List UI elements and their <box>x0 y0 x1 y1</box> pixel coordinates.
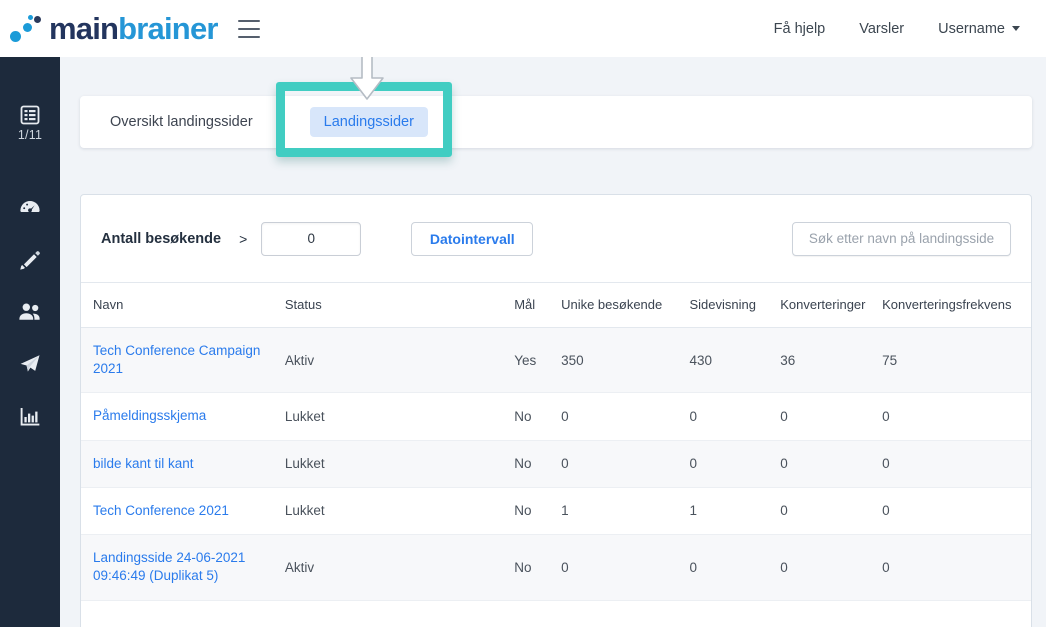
sidebar-item-contacts[interactable] <box>0 300 60 324</box>
cell-goal: Yes <box>514 328 561 393</box>
sidebar-item-edit[interactable] <box>0 248 60 272</box>
cell-unique: 0 <box>561 393 689 440</box>
cell-goal: No <box>514 440 561 487</box>
cell-pageviews: 1 <box>690 487 781 534</box>
landing-pages-card: Antall besøkende > Datointervall Navn St… <box>80 194 1032 627</box>
dashboard-gauge-icon <box>18 194 42 218</box>
cell-conversions: 36 <box>780 328 882 393</box>
table-row[interactable]: Tech Conference Campaign 2021 Aktiv Yes … <box>81 328 1031 393</box>
brand-name: mainbrainer <box>49 13 218 44</box>
cell-status: Lukket <box>285 487 514 534</box>
user-menu[interactable]: Username <box>938 21 1020 37</box>
cell-goal: No <box>514 535 561 600</box>
table-row[interactable]: Tech Conference 2021 Lukket No 1 1 0 0 <box>81 487 1031 534</box>
top-navigation: Få hjelp Varsler Username <box>774 21 1020 37</box>
cell-conversions: 0 <box>780 535 882 600</box>
table-body: Tech Conference Campaign 2021 Aktiv Yes … <box>81 328 1031 601</box>
brand-name-part2: brainer <box>118 11 218 46</box>
landing-pages-table: Navn Status Mål Unike besøkende Sidevisn… <box>81 283 1031 601</box>
date-range-button[interactable]: Datointervall <box>411 222 533 256</box>
top-bar: mainbrainer Få hjelp Varsler Username <box>0 0 1046 57</box>
visitors-filter-label: Antall besøkende <box>101 231 221 247</box>
column-header-sidevisning[interactable]: Sidevisning <box>690 283 781 328</box>
table-row[interactable]: bilde kant til kant Lukket No 0 0 0 0 <box>81 440 1031 487</box>
chevron-down-icon <box>1012 26 1020 31</box>
cell-conversions: 0 <box>780 487 882 534</box>
people-icon <box>17 300 43 324</box>
cell-rate: 0 <box>882 535 1031 600</box>
cell-pageviews: 0 <box>690 393 781 440</box>
tab-landingssider[interactable]: Landingssider <box>310 107 428 137</box>
comparator-label: > <box>239 231 247 247</box>
cell-pageviews: 430 <box>690 328 781 393</box>
sidebar-item-campaigns[interactable] <box>0 352 60 376</box>
main-content: Oversikt landingssider Landingssider Ant… <box>60 57 1046 627</box>
bar-chart-icon <box>19 406 41 428</box>
cell-rate: 0 <box>882 440 1031 487</box>
cell-pageviews: 0 <box>690 440 781 487</box>
table-header: Navn Status Mål Unike besøkende Sidevisn… <box>81 283 1031 328</box>
list-icon <box>20 105 40 125</box>
notifications-link[interactable]: Varsler <box>859 21 904 37</box>
landing-page-link[interactable]: bilde kant til kant <box>93 455 285 473</box>
sidebar-item-dashboard[interactable] <box>0 194 60 218</box>
column-header-konverteringer[interactable]: Konverteringer <box>780 283 882 328</box>
column-header-mal[interactable]: Mål <box>514 283 561 328</box>
visitors-threshold-input[interactable] <box>261 222 361 256</box>
cell-rate: 0 <box>882 487 1031 534</box>
landing-page-link[interactable]: Landingsside 24-06-2021 09:46:49 (Duplik… <box>93 549 285 585</box>
cell-unique: 350 <box>561 328 689 393</box>
sidebar-item-list[interactable]: 1/11 <box>0 105 60 142</box>
cell-unique: 1 <box>561 487 689 534</box>
landing-page-link[interactable]: Påmeldingsskjema <box>93 407 285 425</box>
tab-oversikt-landingssider[interactable]: Oversikt landingssider <box>96 107 267 137</box>
landing-page-link[interactable]: Tech Conference 2021 <box>93 502 285 520</box>
cell-rate: 75 <box>882 328 1031 393</box>
filter-bar: Antall besøkende > Datointervall <box>81 195 1031 283</box>
cell-status: Aktiv <box>285 328 514 393</box>
username-label: Username <box>938 21 1005 37</box>
paper-plane-icon <box>18 352 42 376</box>
app-root: mainbrainer Få hjelp Varsler Username <box>0 0 1046 627</box>
column-header-navn[interactable]: Navn <box>81 283 285 328</box>
cell-pageviews: 0 <box>690 535 781 600</box>
tabs-card: Oversikt landingssider Landingssider <box>80 96 1032 148</box>
cell-conversions: 0 <box>780 440 882 487</box>
cell-goal: No <box>514 487 561 534</box>
cell-unique: 0 <box>561 440 689 487</box>
hamburger-menu-icon[interactable] <box>238 20 260 38</box>
cell-status: Lukket <box>285 440 514 487</box>
brand-logo[interactable]: mainbrainer <box>10 0 218 57</box>
cell-status: Lukket <box>285 393 514 440</box>
column-header-frekvens[interactable]: Konverteringsfrekvens <box>882 283 1031 328</box>
sidebar: 1/11 <box>0 57 60 627</box>
dots-logo-icon <box>10 14 46 44</box>
cell-unique: 0 <box>561 535 689 600</box>
cell-status: Aktiv <box>285 535 514 600</box>
column-header-status[interactable]: Status <box>285 283 514 328</box>
column-header-unike[interactable]: Unike besøkende <box>561 283 689 328</box>
table-row[interactable]: Landingsside 24-06-2021 09:46:49 (Duplik… <box>81 535 1031 600</box>
pencil-icon <box>18 248 42 272</box>
sidebar-item-list-count: 1/11 <box>18 128 42 142</box>
cell-conversions: 0 <box>780 393 882 440</box>
table-row[interactable]: Påmeldingsskjema Lukket No 0 0 0 0 <box>81 393 1031 440</box>
search-input[interactable] <box>792 222 1011 256</box>
cell-goal: No <box>514 393 561 440</box>
sidebar-item-reports[interactable] <box>0 406 60 428</box>
landing-page-link[interactable]: Tech Conference Campaign 2021 <box>93 342 285 378</box>
cell-rate: 0 <box>882 393 1031 440</box>
table-header-row: Navn Status Mål Unike besøkende Sidevisn… <box>81 283 1031 328</box>
help-link[interactable]: Få hjelp <box>774 21 826 37</box>
brand-name-part1: main <box>49 11 118 46</box>
